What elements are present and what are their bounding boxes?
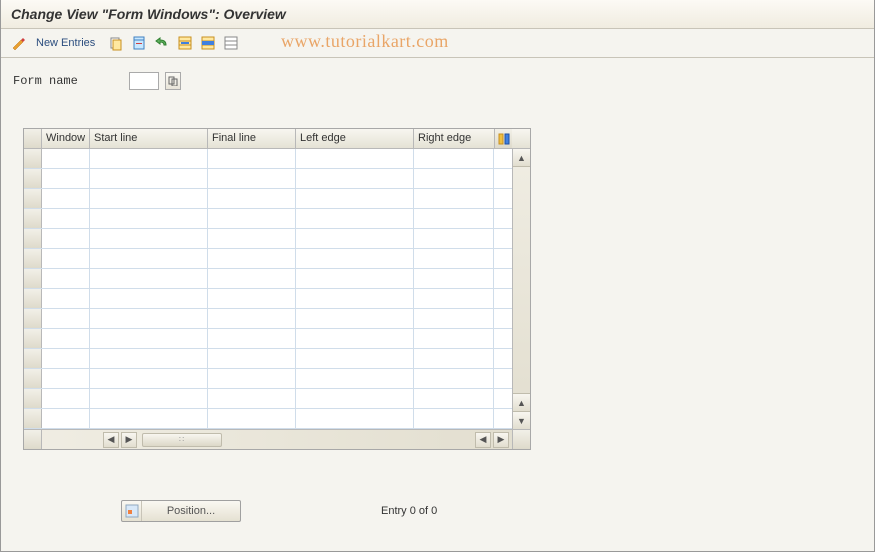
position-label: Position... [142,505,240,517]
scroll-up-icon[interactable]: ▲ [513,149,530,167]
copy-as-icon[interactable] [106,33,126,53]
watermark-text: www.tutorialkart.com [281,31,449,52]
table-header-row: Window Start line Final line Left edge R… [24,129,530,149]
form-name-input[interactable] [129,72,159,90]
selection-form: Form name [1,58,874,100]
scroll-left-end-icon[interactable]: ◀ [475,432,491,448]
scroll-right-end-icon[interactable]: ▶ [493,432,509,448]
column-header-final-line[interactable]: Final line [208,129,296,148]
scroll-right-icon[interactable]: ▶ [121,432,137,448]
application-toolbar: New Entries www.tutorialkart.com [1,29,874,58]
table-body [24,149,512,429]
table-row[interactable] [24,209,512,229]
table-row[interactable] [24,409,512,429]
column-header-left-edge[interactable]: Left edge [296,129,414,148]
horizontal-scrollbar[interactable]: ◀ ▶ ∷ ◀ ▶ [24,429,530,449]
footer-area: Position... Entry 0 of 0 [1,500,874,522]
table-row[interactable] [24,289,512,309]
table-row[interactable] [24,189,512,209]
delete-icon[interactable] [129,33,149,53]
new-entries-button[interactable]: New Entries [36,37,95,49]
table-row[interactable] [24,269,512,289]
scroll-thumb[interactable]: ∷ [142,433,222,447]
scroll-down-icon[interactable]: ▲ [513,393,530,411]
toggle-view-icon[interactable] [9,33,29,53]
table-row[interactable] [24,309,512,329]
position-icon [122,501,142,521]
title-bar: Change View "Form Windows": Overview [1,0,874,29]
table-row[interactable] [24,229,512,249]
table-row[interactable] [24,329,512,349]
undo-icon[interactable] [152,33,172,53]
table-row[interactable] [24,349,512,369]
table-row[interactable] [24,249,512,269]
position-button[interactable]: Position... [121,500,241,522]
data-table: Window Start line Final line Left edge R… [23,128,531,450]
column-header-window[interactable]: Window [42,129,90,148]
table-row[interactable] [24,389,512,409]
search-help-icon[interactable] [165,72,181,90]
table-row[interactable] [24,149,512,169]
select-all-icon[interactable] [175,33,195,53]
table-row[interactable] [24,169,512,189]
vertical-scrollbar[interactable]: ▲ ▲ ▼ [512,149,530,429]
scroll-left-icon[interactable]: ◀ [103,432,119,448]
form-name-label: Form name [13,74,123,88]
table-settings-icon[interactable] [494,129,512,148]
entry-counter: Entry 0 of 0 [381,505,437,517]
column-header-right-edge[interactable]: Right edge [414,129,494,148]
deselect-all-icon[interactable] [221,33,241,53]
select-all-column-header[interactable] [24,129,42,148]
select-block-icon[interactable] [198,33,218,53]
table-row[interactable] [24,369,512,389]
scroll-down-icon[interactable]: ▼ [513,411,530,429]
column-header-start-line[interactable]: Start line [90,129,208,148]
page-title: Change View "Form Windows": Overview [11,6,286,22]
